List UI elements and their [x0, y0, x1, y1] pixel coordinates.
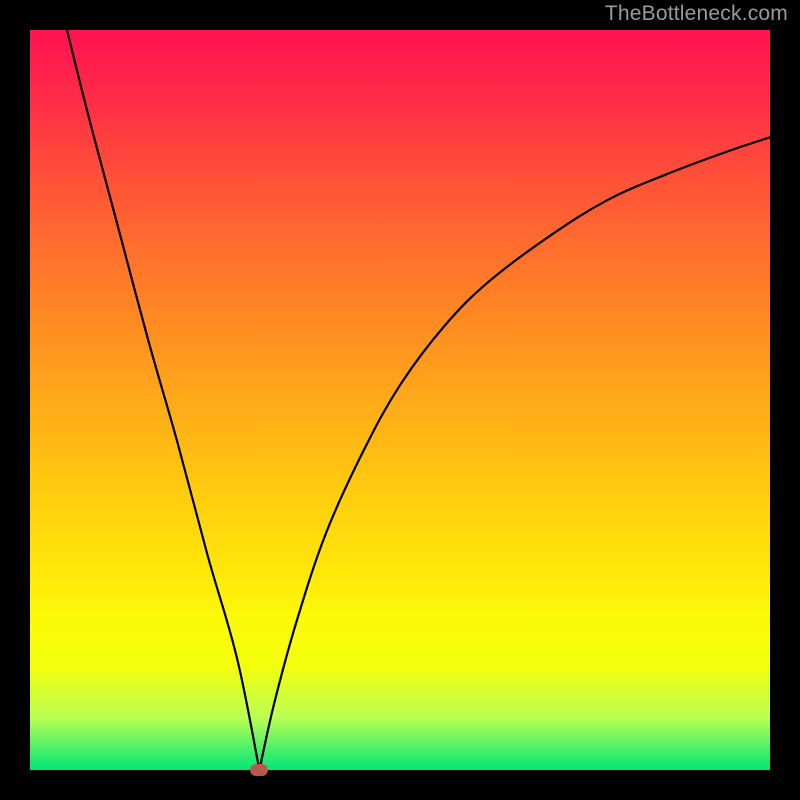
- vertex-marker: [250, 764, 268, 776]
- curve-svg: [30, 30, 770, 770]
- plot-area: [30, 30, 770, 770]
- right-branch-line: [259, 137, 770, 770]
- left-branch-line: [67, 30, 259, 770]
- chart-container: TheBottleneck.com: [0, 0, 800, 800]
- watermark-text: TheBottleneck.com: [605, 2, 788, 26]
